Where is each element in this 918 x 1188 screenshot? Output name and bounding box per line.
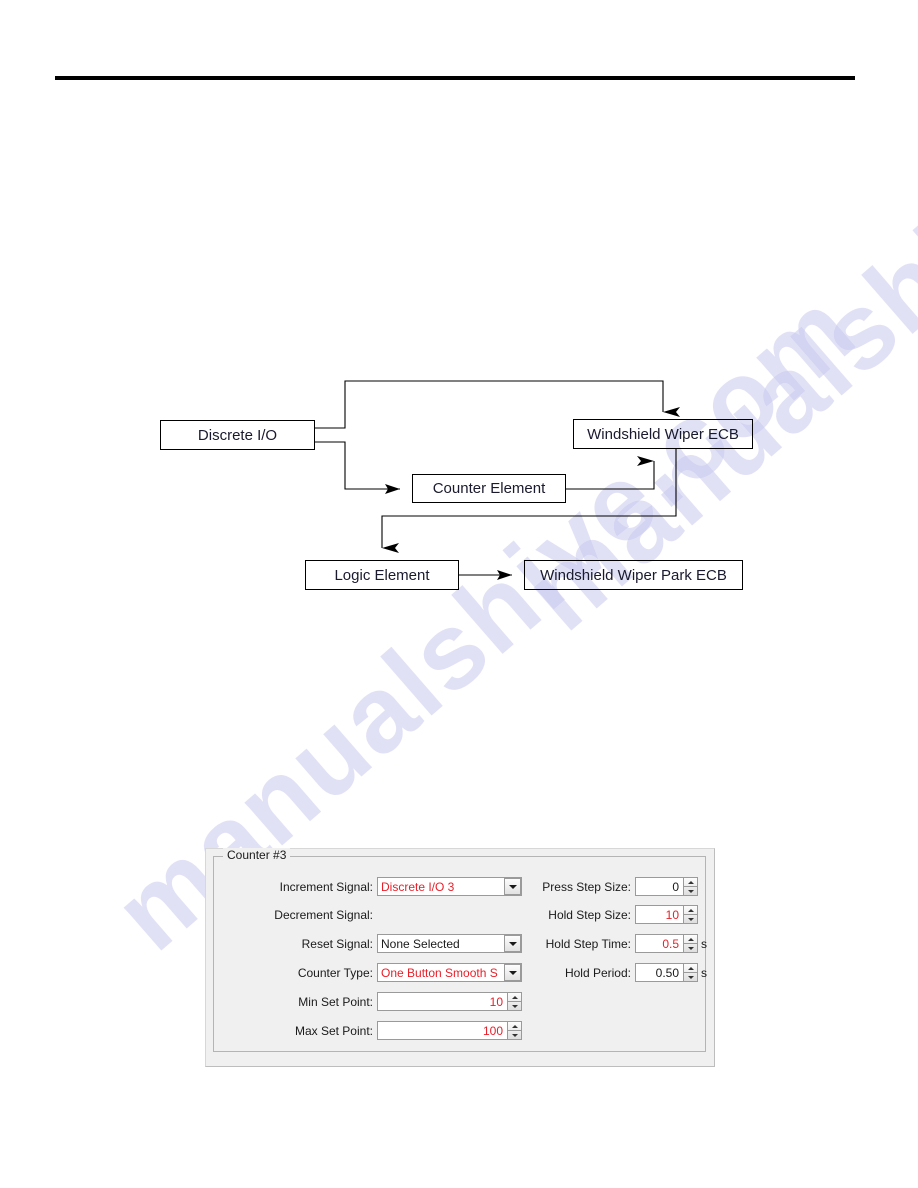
max-set-point-stepper[interactable] [507, 1021, 522, 1040]
hold-period-input[interactable]: 0.50 [635, 963, 683, 982]
field-label-hold-period: Hold Period: [564, 965, 631, 980]
diagram-node-logic-element: Logic Element [305, 560, 459, 590]
field-label-min-set-point: Min Set Point: [298, 994, 373, 1009]
stepper-up-icon[interactable] [684, 935, 697, 944]
hold-step-time-unit: s [701, 936, 707, 951]
stepper-down-icon[interactable] [508, 1002, 521, 1010]
field-label-max-set-point: Max Set Point: [294, 1023, 373, 1038]
field-reset-signal: Reset Signal: None Selected [258, 934, 522, 953]
diagram-node-windshield-wiper-park-ecb: Windshield Wiper Park ECB [524, 560, 743, 590]
min-set-point-input[interactable]: 10 [377, 992, 507, 1011]
field-increment-signal: Increment Signal: Discrete I/O 3 [258, 877, 522, 896]
hold-step-size-input[interactable]: 10 [635, 905, 683, 924]
increment-signal-combobox[interactable]: Discrete I/O 3 [377, 877, 522, 896]
reset-signal-combobox[interactable]: None Selected [377, 934, 522, 953]
hold-step-size-spinner[interactable]: 10 [635, 905, 698, 924]
stepper-down-icon[interactable] [684, 973, 697, 981]
hold-step-time-stepper[interactable] [683, 934, 698, 953]
hold-step-time-input[interactable]: 0.5 [635, 934, 683, 953]
stepper-down-icon[interactable] [508, 1031, 521, 1039]
stepper-down-icon[interactable] [684, 915, 697, 923]
stepper-up-icon[interactable] [684, 878, 697, 887]
counter-type-value: One Button Smooth S [381, 965, 498, 980]
counter-settings-panel: Counter #3 Increment Signal: Discrete I/… [205, 848, 715, 1067]
max-set-point-input[interactable]: 100 [377, 1021, 507, 1040]
min-set-point-spinner[interactable]: 10 [377, 992, 522, 1011]
field-decrement-signal: Decrement Signal: [258, 905, 377, 924]
node-label: Counter Element [432, 480, 546, 497]
field-label-reset-signal: Reset Signal: [301, 936, 373, 951]
field-label-hold-step-size: Hold Step Size: [548, 907, 631, 922]
press-step-size-spinner[interactable]: 0 [635, 877, 698, 896]
increment-signal-value: Discrete I/O 3 [381, 879, 455, 894]
hold-period-spinner[interactable]: 0.50 [635, 963, 698, 982]
hold-period-stepper[interactable] [683, 963, 698, 982]
node-label: Windshield Wiper Park ECB [540, 566, 727, 584]
field-hold-period: Hold Period: 0.50 s [526, 963, 707, 982]
stepper-up-icon[interactable] [508, 1022, 521, 1031]
hold-step-size-stepper[interactable] [683, 905, 698, 924]
min-set-point-stepper[interactable] [507, 992, 522, 1011]
stepper-up-icon[interactable] [684, 906, 697, 915]
document-page: manualshive.com manualshive.com Discrete… [0, 0, 918, 1188]
field-counter-type: Counter Type: One Button Smooth S [258, 963, 522, 982]
max-set-point-spinner[interactable]: 100 [377, 1021, 522, 1040]
counter-groupbox-title: Counter #3 [223, 848, 291, 862]
field-label-decrement-signal: Decrement Signal: [274, 907, 373, 922]
diagram-node-counter-element: Counter Element [412, 474, 566, 503]
node-label: Discrete I/O [197, 426, 278, 444]
field-label-hold-step-time: Hold Step Time: [545, 936, 631, 951]
field-label-press-step-size: Press Step Size: [542, 879, 631, 894]
counter-type-combobox[interactable]: One Button Smooth S [377, 963, 522, 982]
hold-step-time-spinner[interactable]: 0.5 [635, 934, 698, 953]
edge-discrete-io-to-counter-element [315, 441, 400, 494]
press-step-size-stepper[interactable] [683, 877, 698, 896]
edge-counter-element-to-wiper-ecb [566, 456, 655, 490]
field-min-set-point: Min Set Point: 10 [258, 992, 522, 1011]
chevron-down-icon[interactable] [504, 878, 521, 895]
chevron-down-icon[interactable] [504, 935, 521, 952]
hold-period-unit: s [701, 965, 707, 980]
field-label-counter-type: Counter Type: [297, 965, 373, 980]
stepper-up-icon[interactable] [508, 993, 521, 1002]
stepper-down-icon[interactable] [684, 887, 697, 895]
chevron-down-icon[interactable] [504, 964, 521, 981]
reset-signal-value: None Selected [381, 936, 460, 951]
node-label: Windshield Wiper ECB [587, 425, 739, 443]
field-hold-step-size: Hold Step Size: 10 [526, 905, 701, 924]
node-label: Logic Element [334, 566, 430, 584]
press-step-size-input[interactable]: 0 [635, 877, 683, 896]
diagram-node-windshield-wiper-ecb: Windshield Wiper ECB [573, 419, 753, 449]
field-press-step-size: Press Step Size: 0 [526, 877, 701, 896]
diagram-node-discrete-io: Discrete I/O [160, 420, 315, 450]
field-max-set-point: Max Set Point: 100 [258, 1021, 522, 1040]
stepper-down-icon[interactable] [684, 944, 697, 952]
stepper-up-icon[interactable] [684, 964, 697, 973]
field-label-increment-signal: Increment Signal: [279, 879, 373, 894]
field-hold-step-time: Hold Step Time: 0.5 s [526, 934, 707, 953]
